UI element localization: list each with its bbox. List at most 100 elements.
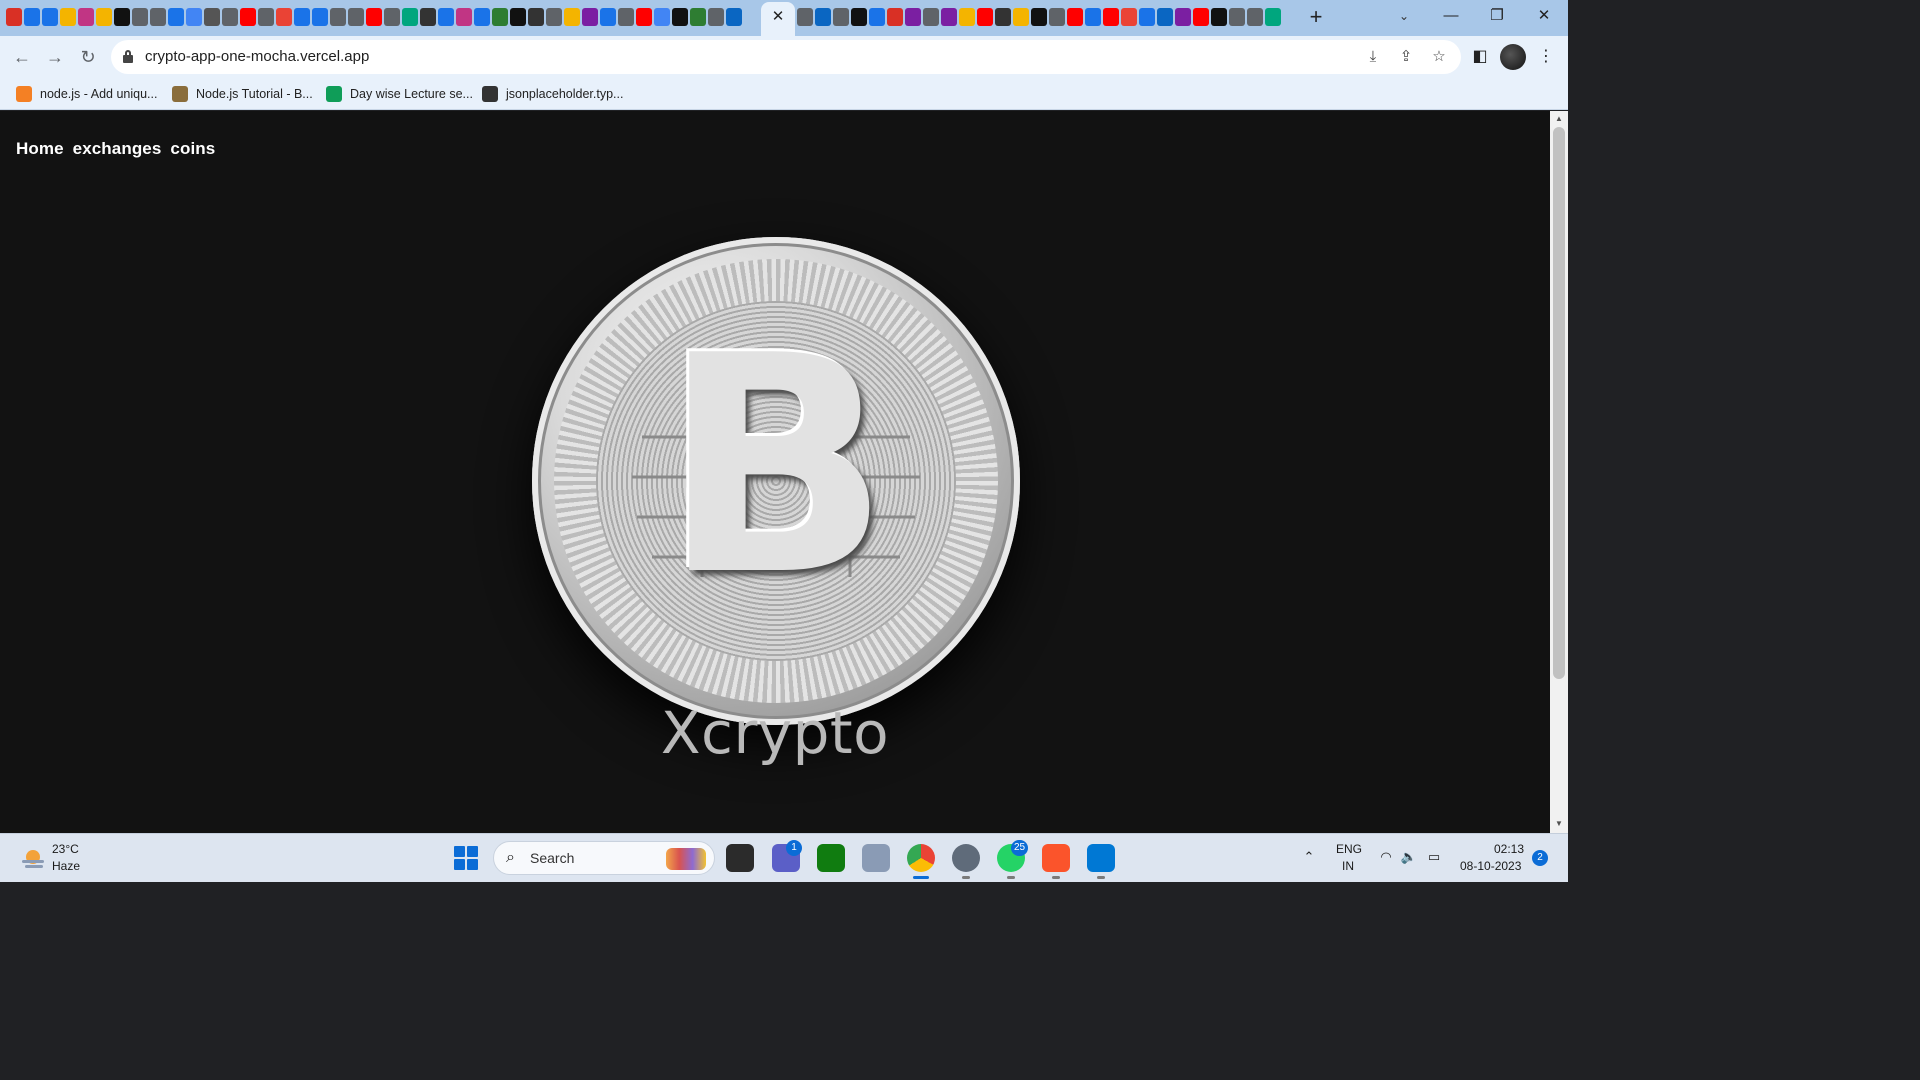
scroll-thumb[interactable] <box>1553 127 1565 679</box>
clock-time[interactable]: 02:13 <box>1494 842 1524 856</box>
tab-favicon-icon[interactable] <box>222 8 238 26</box>
weather-haze-icon[interactable] <box>20 846 46 870</box>
url-text[interactable]: crypto-app-one-mocha.vercel.app <box>145 48 369 65</box>
tab-favicon-icon[interactable] <box>672 8 688 26</box>
tab-favicon-icon[interactable] <box>959 8 975 26</box>
back-button[interactable]: ← <box>10 45 34 69</box>
tab-favicon-icon[interactable] <box>1193 8 1209 26</box>
tab-favicon-icon[interactable] <box>1157 8 1173 26</box>
tab-favicon-icon[interactable] <box>564 8 580 26</box>
tab-favicon-icon[interactable] <box>132 8 148 26</box>
search-highlight-icon[interactable] <box>666 848 706 870</box>
tab-favicon-icon[interactable] <box>833 8 849 26</box>
tab-favicon-icon[interactable] <box>1247 8 1263 26</box>
tab-favicon-icon[interactable] <box>941 8 957 26</box>
tab-favicon-icon[interactable] <box>438 8 454 26</box>
side-panel-icon[interactable]: ◧ <box>1468 45 1492 69</box>
tab-favicon-icon[interactable] <box>60 8 76 26</box>
tab-favicon-icon[interactable] <box>24 8 40 26</box>
tab-favicon-icon[interactable] <box>1049 8 1065 26</box>
tab-favicon-icon[interactable] <box>815 8 831 26</box>
weather-temperature[interactable]: 23°C <box>52 842 79 856</box>
reload-button[interactable]: ↻ <box>76 45 100 69</box>
tab-favicon-icon[interactable] <box>726 8 742 26</box>
tab-favicon-icon[interactable] <box>294 8 310 26</box>
tab-favicon-icon[interactable] <box>1265 8 1281 26</box>
bookmark-item[interactable]: jsonplaceholder.typ... <box>482 84 623 104</box>
scroll-down-arrow-icon[interactable]: ▼ <box>1550 817 1568 831</box>
tab-favicon-icon[interactable] <box>402 8 418 26</box>
input-region[interactable]: IN <box>1342 859 1354 873</box>
tab-favicon-icon[interactable] <box>420 8 436 26</box>
taskbar-search[interactable]: ⌕ Search <box>493 841 715 875</box>
menu-icon[interactable]: ⋮ <box>1534 45 1558 69</box>
tab-favicon-icon[interactable] <box>366 8 382 26</box>
tab-favicon-icon[interactable] <box>1175 8 1191 26</box>
generic-app-icon[interactable] <box>862 844 890 872</box>
tab-favicon-icon[interactable] <box>654 8 670 26</box>
tab-favicon-icon[interactable] <box>114 8 130 26</box>
tab-favicon-icon[interactable] <box>78 8 94 26</box>
file-explorer-icon[interactable] <box>726 844 754 872</box>
vscode-icon[interactable] <box>1087 844 1115 872</box>
clock-date[interactable]: 08-10-2023 <box>1460 859 1521 873</box>
tab-favicon-icon[interactable] <box>42 8 58 26</box>
tab-favicon-icon[interactable] <box>1139 8 1155 26</box>
bookmark-item[interactable]: Node.js Tutorial - B... <box>172 84 313 104</box>
tab-favicon-icon[interactable] <box>869 8 885 26</box>
tab-favicon-icon[interactable] <box>1121 8 1137 26</box>
tab-favicon-icon[interactable] <box>582 8 598 26</box>
bookmark-star-icon[interactable]: ☆ <box>1429 47 1449 67</box>
address-bar[interactable]: crypto-app-one-mocha.vercel.app ⤓ ⇪ ☆ <box>111 40 1461 74</box>
nav-link-exchanges[interactable]: exchanges <box>73 139 162 159</box>
tab-favicon-icon[interactable] <box>528 8 544 26</box>
xbox-icon[interactable] <box>817 844 845 872</box>
install-app-icon[interactable]: ⤓ <box>1363 47 1383 67</box>
nav-link-home[interactable]: Home <box>16 139 64 159</box>
nav-link-coins[interactable]: coins <box>170 139 215 159</box>
bookmark-item[interactable]: node.js - Add uniqu... <box>16 84 157 104</box>
tab-favicon-icon[interactable] <box>690 8 706 26</box>
tab-favicon-icon[interactable] <box>887 8 903 26</box>
tab-favicon-icon[interactable] <box>1067 8 1083 26</box>
brave-icon[interactable] <box>1042 844 1070 872</box>
notification-count-badge[interactable]: 2 <box>1532 850 1548 866</box>
tab-favicon-icon[interactable] <box>618 8 634 26</box>
tab-favicon-icon[interactable] <box>1211 8 1227 26</box>
tab-favicon-icon[interactable] <box>977 8 993 26</box>
tab-favicon-icon[interactable] <box>546 8 562 26</box>
tab-favicon-icon[interactable] <box>1031 8 1047 26</box>
minimize-button[interactable]: — <box>1436 4 1466 28</box>
scroll-up-arrow-icon[interactable]: ▲ <box>1550 112 1568 126</box>
input-language[interactable]: ENG <box>1336 842 1362 856</box>
forward-button[interactable]: → <box>43 45 67 69</box>
tab-favicon-icon[interactable] <box>384 8 400 26</box>
tab-favicon-icon[interactable] <box>636 8 652 26</box>
new-tab-button[interactable]: + <box>1305 6 1327 28</box>
lock-icon[interactable] <box>123 50 133 64</box>
page-scrollbar[interactable]: ▲ ▼ <box>1550 111 1568 833</box>
tab-search-button[interactable]: ⌄ <box>1395 7 1413 25</box>
tab-favicon-icon[interactable] <box>330 8 346 26</box>
tab-favicon-icon[interactable] <box>96 8 112 26</box>
tab-favicon-icon[interactable] <box>1013 8 1029 26</box>
tab-favicon-icon[interactable] <box>797 8 813 26</box>
tab-favicon-icon[interactable] <box>258 8 274 26</box>
weather-description[interactable]: Haze <box>52 859 80 873</box>
tab-favicon-icon[interactable] <box>186 8 202 26</box>
tab-favicon-icon[interactable] <box>905 8 921 26</box>
tab-favicon-icon[interactable] <box>1085 8 1101 26</box>
tab-favicon-icon[interactable] <box>851 8 867 26</box>
share-icon[interactable]: ⇪ <box>1396 47 1416 67</box>
tab-favicon-icon[interactable] <box>204 8 220 26</box>
windows-start-icon[interactable] <box>454 846 478 870</box>
wifi-icon[interactable]: ◠ <box>1377 848 1395 866</box>
tab-favicon-icon[interactable] <box>348 8 364 26</box>
tab-favicon-icon[interactable] <box>923 8 939 26</box>
volume-icon[interactable]: 🔈 <box>1400 848 1418 866</box>
bookmark-item[interactable]: Day wise Lecture se... <box>326 84 473 104</box>
battery-icon[interactable]: ▭ <box>1425 848 1443 866</box>
tab-favicon-icon[interactable] <box>6 8 22 26</box>
tab-favicon-icon[interactable] <box>276 8 292 26</box>
tab-favicon-icon[interactable] <box>995 8 1011 26</box>
